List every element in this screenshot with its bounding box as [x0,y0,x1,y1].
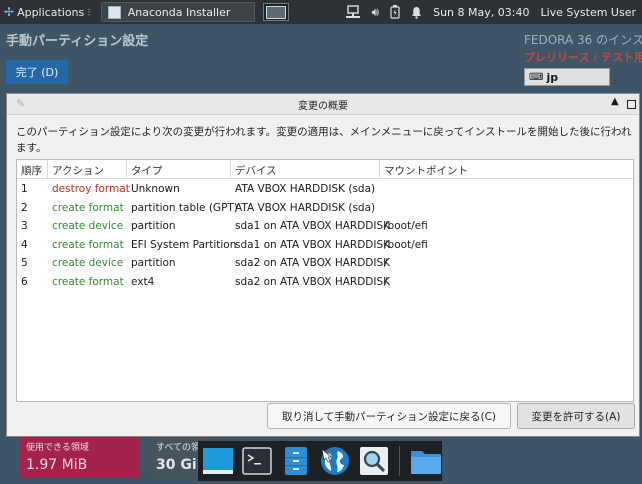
cell-order: 2 [21,201,28,214]
system-tray: 🔊︎ Sun 8 May, 03:40 Live System User [345,5,642,20]
cell-device: ATA VBOX HARDDISK (sda) [235,201,376,214]
cell-mountpoint: /boot/efi [384,220,428,232]
prerelease-warning: プレリリース / テスト用 [524,51,642,64]
dialog-titlebar[interactable]: ✎ 変更の概要 ▲ [7,94,639,115]
cell-action: create format [52,275,124,288]
search-icon [359,447,388,475]
total-space-label: すべての領 [156,443,201,453]
cell-order: 6 [21,275,28,288]
available-space-label: 使用できる領域 [26,443,89,453]
table-row[interactable]: 2 create format partition table (GPT) ATA V… [17,202,633,221]
column-header-type[interactable]: タイプ [127,160,231,179]
summary-of-changes-dialog: ✎ 変更の概要 ▲ このパーティション設定により次の変更が行われます。変更の適用… [6,93,640,437]
show-desktop-button[interactable] [262,3,289,21]
file-cabinet-icon [284,447,307,475]
cell-type: ext4 [131,275,155,288]
table-row[interactable]: 6 create format ext4 sda2 on ATA VBOX HARDD… [17,276,633,295]
column-header-mountpoint[interactable]: マウントポイント [380,160,633,179]
cell-mountpoint: /boot/efi [384,238,428,251]
maximize-icon[interactable] [627,100,636,109]
cell-action: create format [52,201,124,214]
cell-device: sda1 on ATA VBOX HARDDISK [235,238,391,251]
cell-action: create device [52,220,124,232]
column-header-action[interactable]: アクション [48,160,127,179]
cell-device: sda2 on ATA VBOX HARDDISK [235,275,391,288]
available-space-value: 1.97 MiB [26,457,88,473]
taskbar-button-label: Anaconda Installer [127,5,231,19]
folder-icon [410,451,441,474]
cell-action: destroy format [52,183,130,195]
keyboard-layout-indicator[interactable]: ⌨ jp [524,68,610,86]
dock-item-terminal[interactable] [242,445,272,477]
dock-item-home-folder[interactable] [410,445,442,477]
column-header-device[interactable]: デバイス [231,160,380,179]
changes-table[interactable]: 順序 アクション タイプ デバイス マウントポイント 1 destroy form… [16,159,634,402]
cell-type: Unknown [131,183,180,195]
column-header-order[interactable]: 順序 [17,160,48,179]
accept-changes-button[interactable]: 変更を許可する(A) [517,403,635,429]
cell-type: partition [131,257,176,269]
keyboard-layout-label: jp [546,70,559,84]
cancel-and-return-button[interactable]: 取り消して手動パーティション設定に戻る(C) [267,403,511,429]
keyboard-icon: ⌨ [529,71,544,83]
shade-window-icon[interactable]: ▲ [611,96,619,107]
dock-item-show-desktop[interactable] [202,445,234,477]
desktop-icon [265,5,286,19]
cell-type: partition [131,220,176,232]
notification-bell-icon[interactable] [411,6,422,19]
cell-device: sda1 on ATA VBOX HARDDISK [235,220,391,232]
dock [198,441,442,481]
volume-icon[interactable]: 🔊︎ [372,5,380,20]
table-row[interactable]: 1 destroy format Unknown ATA VBOX HARDDISK … [17,183,633,202]
terminal-icon [242,447,272,475]
table-row[interactable]: 4 create format EFI System Partition sda1 o… [17,239,633,258]
cell-order: 4 [21,238,28,251]
available-space-tile: 使用できる領域 1.97 MiB [20,436,140,478]
dock-item-file-manager[interactable] [280,445,310,477]
globe-icon [320,447,349,475]
cell-order: 3 [21,220,28,232]
cell-device: ATA VBOX HARDDISK (sda) [235,183,376,195]
applications-menu-button[interactable]: ✢ Applications ⁝ [0,0,95,24]
installer-heading: FEDORA 36 のインス [524,33,642,47]
clock[interactable]: Sun 8 May, 03:40 [433,6,529,19]
dock-item-search[interactable] [359,445,389,477]
menu-separator-icon: ⁝ [87,5,91,19]
battery-icon[interactable] [390,5,400,19]
applications-label: Applications [17,5,85,19]
dialog-title: 変更の概要 [298,101,348,112]
table-row[interactable]: 5 create device partition sda2 on ATA VBOX … [17,257,633,276]
cell-action: create format [52,238,124,251]
table-row[interactable]: 3 create device partition sda1 on ATA VBOX … [17,220,633,239]
top-panel: ✢ Applications ⁝ Anaconda Installer 🔊︎ S… [0,0,642,24]
cell-mountpoint: / [384,257,388,269]
done-button[interactable]: 完了 (D) [6,60,68,84]
cell-order: 5 [21,257,28,269]
taskbar-button-anaconda[interactable]: Anaconda Installer [100,2,255,22]
cell-type: EFI System Partition [131,238,237,251]
page-title: 手動パーティション設定 [6,34,149,49]
show-desktop-icon [203,448,233,474]
cell-mountpoint: / [384,275,388,288]
user-menu[interactable]: Live System User [540,6,636,19]
installer-app-icon [107,5,121,19]
cell-action: create device [52,257,124,269]
cell-order: 1 [21,183,28,195]
network-icon[interactable] [345,5,361,19]
applications-icon: ✢ [4,5,15,19]
dialog-description: このパーティション設定により次の変更が行われます。変更の適用は、メインメニューに… [16,126,632,154]
cell-type: partition table (GPT) [131,201,238,214]
cell-device: sda2 on ATA VBOX HARDDISK [235,257,391,269]
dock-item-web-browser[interactable] [319,445,351,477]
dock-separator [399,446,400,476]
